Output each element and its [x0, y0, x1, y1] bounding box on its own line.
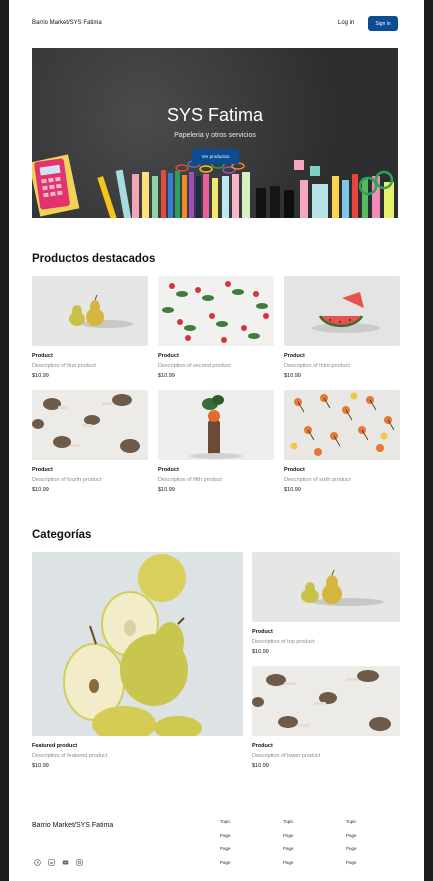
product-image-6[interactable]	[284, 390, 400, 460]
featured-category-name[interactable]: Featured product	[32, 743, 77, 749]
product-name-1[interactable]: Product	[32, 353, 53, 359]
product-desc-4: Description of fourth product	[32, 477, 102, 483]
product-name-3[interactable]: Product	[284, 353, 305, 359]
mushrooms-image	[252, 670, 391, 731]
product-image-2[interactable]	[158, 276, 274, 346]
product-name-4[interactable]: Product	[32, 467, 53, 473]
view-products-button[interactable]: Ver productos	[192, 149, 239, 164]
lower-category-price: $10.99	[252, 763, 269, 769]
product-price-3: $10.99	[284, 373, 301, 379]
page: Barrio Market/SYS Fatima Log in Sign in	[9, 0, 424, 881]
footer-link-3-2[interactable]: Page	[346, 846, 357, 851]
product-image-5[interactable]	[158, 390, 274, 460]
product-name-6[interactable]: Product	[284, 467, 305, 473]
product-price-4: $10.99	[32, 487, 49, 493]
product-image-4[interactable]	[32, 390, 148, 460]
footer-link-2-1[interactable]: Page	[283, 833, 294, 838]
cherries-image	[290, 392, 395, 456]
footer-link-3-3[interactable]: Page	[346, 860, 357, 865]
top-category-name[interactable]: Product	[252, 629, 273, 635]
top-category-image[interactable]	[252, 552, 400, 622]
footer-topic-1: Topic	[220, 819, 231, 824]
linkedin-icon[interactable]	[48, 859, 55, 866]
product-price-6: $10.99	[284, 487, 301, 493]
footer-link-3-1[interactable]: Page	[346, 833, 357, 838]
footer-link-1-2[interactable]: Page	[220, 846, 231, 851]
top-category-desc: Description of top product	[252, 639, 315, 645]
footer-link-2-3[interactable]: Page	[283, 860, 294, 865]
footer-link-1-1[interactable]: Page	[220, 833, 231, 838]
radishes-image	[162, 281, 269, 343]
lower-category-image[interactable]	[252, 666, 400, 736]
watermelon-image	[312, 292, 380, 333]
signin-button[interactable]: Sign in	[368, 16, 398, 31]
footer-topic-3: Topic	[346, 819, 357, 824]
featured-category-desc: Description of featured product	[32, 753, 108, 759]
footer-topic-2: Topic	[283, 819, 294, 824]
vegetable-stack-image	[190, 395, 242, 459]
product-desc-1: Description of first product	[32, 363, 96, 369]
instagram-icon[interactable]	[76, 859, 83, 866]
featured-section-title: Productos destacados	[32, 253, 156, 265]
login-link[interactable]: Log in	[338, 20, 354, 26]
product-desc-2: Description of second product	[158, 363, 231, 369]
hero-title: SYS Fatima	[166, 105, 264, 125]
product-name-5[interactable]: Product	[158, 467, 179, 473]
site-brand[interactable]: Barrio Market/SYS Fatima	[32, 20, 102, 26]
facebook-icon[interactable]	[34, 859, 41, 866]
lower-category-name[interactable]: Product	[252, 743, 273, 749]
top-category-price: $10.99	[252, 649, 269, 655]
product-price-1: $10.99	[32, 373, 49, 379]
product-price-5: $10.99	[158, 487, 175, 493]
product-image-1[interactable]	[32, 276, 148, 346]
footer-brand: Barrio Market/SYS Fatima	[32, 822, 114, 829]
featured-category-price: $10.99	[32, 763, 49, 769]
featured-category-image[interactable]	[32, 552, 243, 736]
pears-image	[301, 569, 384, 606]
footer-link-2-2[interactable]: Page	[283, 846, 294, 851]
product-desc-6: Description of sixth product	[284, 477, 351, 483]
hero-subtitle: Papeleria y otros servicios	[174, 132, 256, 139]
youtube-icon[interactable]	[62, 859, 69, 866]
mushrooms-image	[32, 394, 140, 453]
pears-closeup-image	[63, 554, 202, 736]
footer-link-1-3[interactable]: Page	[220, 860, 231, 865]
product-image-3[interactable]	[284, 276, 400, 346]
product-desc-3: Description of third product	[284, 363, 350, 369]
product-name-2[interactable]: Product	[158, 353, 179, 359]
product-desc-5: Description of fifth product	[158, 477, 222, 483]
hero-banner: SYS Fatima Papeleria y otros servicios V…	[32, 48, 398, 218]
categories-section-title: Categorías	[32, 529, 92, 541]
product-price-2: $10.99	[158, 373, 175, 379]
pears-image	[69, 294, 133, 328]
lower-category-desc: Description of lower product	[252, 753, 321, 759]
